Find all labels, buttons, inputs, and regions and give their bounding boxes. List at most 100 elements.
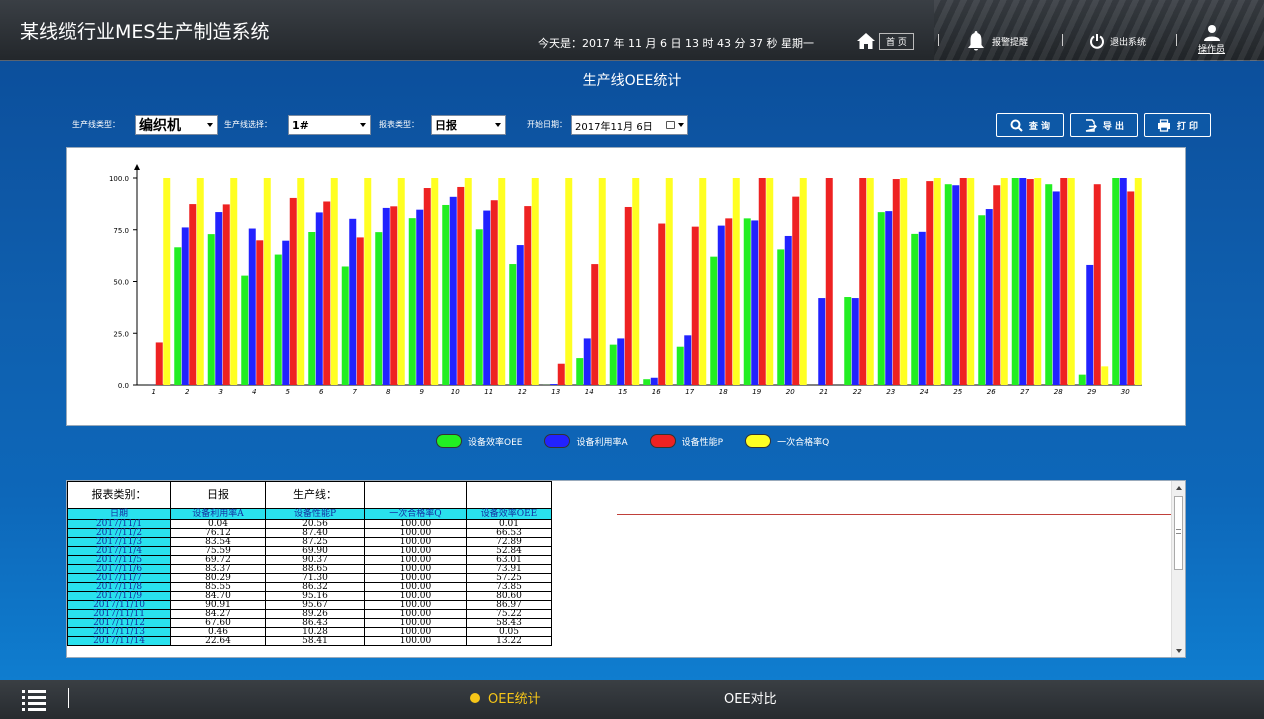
chart-bar (181, 227, 189, 385)
divider (938, 34, 939, 46)
chart-bar (624, 206, 632, 385)
chart-bar (308, 232, 316, 385)
x-tick-label: 21 (819, 388, 828, 396)
chart-bar (717, 225, 725, 385)
header-cell (364, 481, 467, 509)
header-cell: 日期 (67, 508, 171, 520)
y-tick-label: 50.0 (113, 279, 129, 287)
report-type-select[interactable]: 日报 (431, 115, 506, 135)
table-cell: 100.00 (364, 636, 467, 646)
chart-bar (449, 196, 457, 385)
chart-bar (356, 237, 364, 385)
printer-icon (1157, 118, 1170, 132)
table-header-row: 日期 设备利用率A 设备性能P 一次合格率Q 设备效率OEE (67, 508, 552, 520)
chart-bar (699, 178, 707, 385)
report-type-value: 日报 (435, 119, 457, 132)
vertical-scrollbar[interactable] (1171, 481, 1185, 657)
chart-bar (349, 218, 357, 385)
alarm-label: 报警提醒 (992, 37, 1029, 48)
chart-bar (155, 342, 163, 385)
chart-bar (784, 235, 792, 385)
chart-bar (390, 206, 398, 385)
chart-bar (241, 275, 249, 385)
y-tick-label: 100.0 (109, 175, 129, 183)
chart-bar (877, 212, 885, 385)
x-tick-label: 27 (1020, 388, 1029, 396)
chart-bar (1119, 178, 1127, 385)
chart-legend: 设备效率OEE 设备利用率A 设备性能P 一次合格率Q (436, 431, 851, 451)
line-select[interactable]: 1# (288, 115, 371, 135)
legend-label: 设备效率OEE (468, 437, 523, 448)
line-type-value: 编织机 (139, 118, 181, 134)
divider (68, 688, 69, 708)
current-datetime: 今天是：2017 年 11 月 6 日 13 时 43 分 37 秒 星期一 (538, 37, 814, 50)
x-tick-label: 3 (219, 388, 223, 396)
x-tick-label: 26 (987, 388, 996, 396)
logout-button[interactable]: 退出系统 (1089, 28, 1146, 54)
chart-bar (1086, 264, 1094, 385)
header-cell: 生产线： (265, 481, 365, 509)
chart-bar (256, 240, 264, 385)
chart-bar (565, 178, 573, 385)
chart-bar (993, 185, 1001, 385)
chart-bar (844, 297, 852, 385)
nav-oee-stats[interactable]: OEE统计 (470, 688, 541, 707)
chart-bar (933, 178, 941, 385)
print-button[interactable]: 打 印 (1144, 113, 1211, 137)
user-button[interactable]: 操作员 (1198, 24, 1225, 58)
x-tick-label: 17 (685, 388, 694, 396)
chart-bar (163, 178, 171, 385)
home-button[interactable]: 首 页 (856, 28, 914, 54)
header-cell: 日报 (170, 481, 266, 509)
chart-bar (710, 256, 718, 385)
data-table-panel: 报表类别： 日报 生产线： 日期 设备利用率A 设备性能P 一次合格率Q 设备效率OEE 201… (66, 480, 1186, 658)
table-cell: 22.64 (170, 636, 266, 646)
menu-icon[interactable] (22, 689, 46, 711)
table-cell: 2017/11/14 (67, 636, 171, 646)
chart-bar (1026, 179, 1034, 385)
legend-label: 设备利用率A (576, 437, 628, 448)
chart-bar (516, 245, 524, 385)
line-select-label: 生产线选择： (224, 120, 272, 129)
nav-oee-compare[interactable]: OEE对比 (724, 688, 777, 707)
y-tick-label: 75.0 (113, 227, 129, 235)
chart-bar (766, 178, 774, 385)
chart-bar (1045, 184, 1053, 385)
chart-bar (743, 218, 751, 385)
user-label: 操作员 (1198, 45, 1226, 55)
legend-swatch (649, 434, 676, 448)
x-tick-label: 10 (451, 388, 460, 396)
scroll-up-icon[interactable] (1176, 486, 1182, 490)
chart-bar (297, 178, 305, 385)
x-tick-label: 19 (752, 388, 761, 396)
x-tick-label: 7 (353, 388, 358, 396)
chart-bar (959, 178, 967, 385)
nav-oee-compare-label: OEE对比 (724, 692, 777, 707)
bell-icon (968, 31, 984, 51)
chart-bar (230, 178, 238, 385)
y-axis-arrow (134, 164, 140, 170)
chart-bar (859, 178, 867, 385)
query-button[interactable]: 查 询 (996, 113, 1064, 137)
scroll-down-icon[interactable] (1176, 649, 1182, 653)
start-date-picker[interactable]: 2017年11月 6日 (571, 115, 688, 135)
x-tick-label: 2 (185, 388, 190, 396)
header-cell: 设备利用率A (170, 508, 266, 520)
chart-bar (483, 210, 491, 385)
export-label: 导 出 (1102, 121, 1125, 132)
active-dot-icon (470, 692, 480, 703)
legend-item: 设备利用率A (544, 434, 628, 448)
chart-bar (583, 338, 591, 385)
x-tick-label: 16 (652, 388, 661, 396)
chart-bar (196, 178, 204, 385)
legend-item: 一次合格率Q (745, 434, 829, 448)
alarm-button[interactable]: 报警提醒 (966, 28, 1028, 54)
export-button[interactable]: 导 出 (1070, 113, 1138, 137)
line-type-select[interactable]: 编织机 (135, 115, 218, 135)
chart-bar (617, 338, 625, 385)
legend-item: 设备性能P (649, 434, 723, 448)
x-tick-label: 18 (719, 388, 728, 396)
chart-bar (1101, 366, 1109, 385)
chart-bar (825, 178, 833, 385)
chart-bar (550, 384, 558, 385)
